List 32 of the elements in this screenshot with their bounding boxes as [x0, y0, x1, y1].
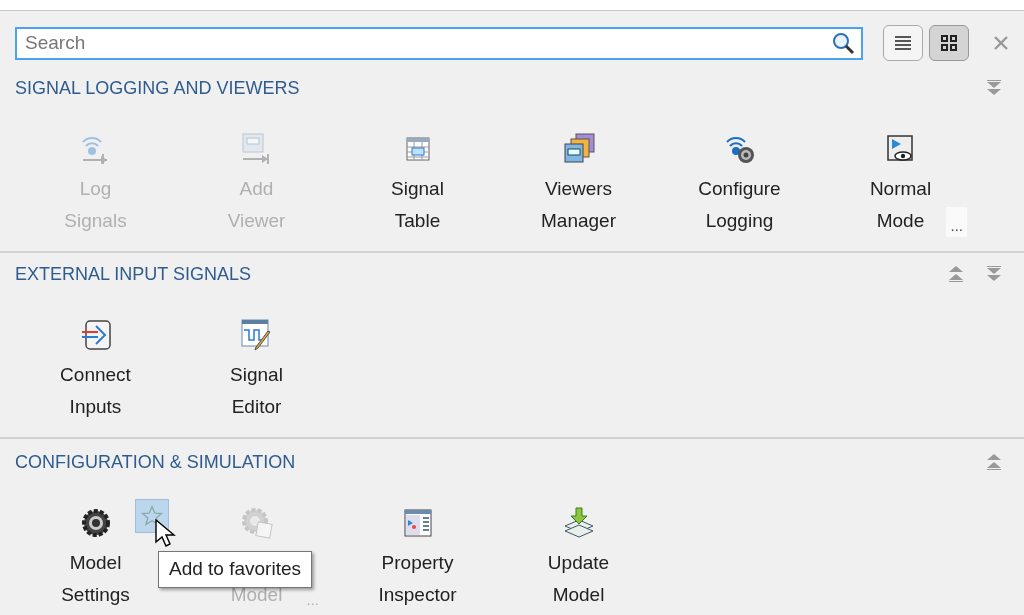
expand-icon[interactable]: [986, 265, 1002, 283]
section-title: EXTERNAL INPUT SIGNALS: [15, 262, 252, 286]
property-panel-icon: [402, 508, 433, 538]
list-icon: [894, 35, 912, 51]
more-ellipsis[interactable]: ...: [946, 206, 967, 237]
tool-label[interactable]: Viewers Manager: [541, 173, 616, 237]
stacked-windows-icon: [561, 132, 596, 166]
search-icon[interactable]: [831, 30, 855, 55]
expand-icon[interactable]: [986, 79, 1002, 97]
section-title: CONFIGURATION & SIMULATION: [15, 450, 296, 474]
collapse-icon[interactable]: [986, 453, 1002, 471]
mouse-cursor-icon: [155, 519, 177, 549]
tool-label[interactable]: Normal Mode: [869, 173, 932, 237]
tool-label[interactable]: Property Inspector: [378, 547, 457, 611]
tool-label[interactable]: Update Model: [547, 547, 610, 611]
tool-label[interactable]: Signal Editor: [230, 359, 283, 423]
tool-label[interactable]: Model Settings: [61, 547, 130, 611]
search-field[interactable]: Search: [15, 26, 863, 60]
gear-document-icon: [239, 506, 274, 540]
play-eye-icon: [885, 134, 916, 164]
list-view-button[interactable]: [883, 25, 923, 61]
grid-icon: [941, 35, 957, 51]
tooltip: Add to favorites: [158, 551, 313, 588]
tool-label[interactable]: Configure Logging: [698, 173, 781, 237]
gear-icon: [80, 508, 111, 538]
close-icon[interactable]: [994, 36, 1008, 50]
tool-label[interactable]: Signal Table: [391, 173, 444, 237]
section-title: SIGNAL LOGGING AND VIEWERS: [15, 76, 300, 100]
table-icon: [404, 136, 431, 162]
tool-label[interactable]: Connect Inputs: [60, 359, 131, 423]
collapse-icon[interactable]: [948, 265, 964, 283]
grid-view-button[interactable]: [929, 25, 969, 61]
